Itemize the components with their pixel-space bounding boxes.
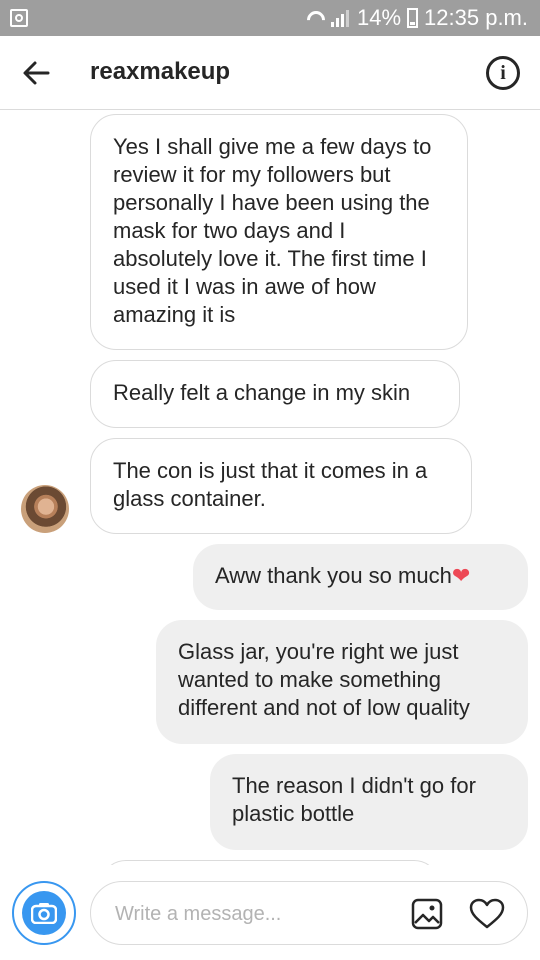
message-sent[interactable]: Aww thank you so much❤ xyxy=(193,544,528,610)
back-button[interactable] xyxy=(20,56,54,90)
camera-icon xyxy=(31,903,57,924)
message-sent[interactable]: The reason I didn't go for plastic bottl… xyxy=(210,754,528,850)
battery-percent: 14% xyxy=(357,5,402,30)
heart-emoji: ❤ xyxy=(451,563,471,588)
message-text: The con is just that it comes in a glass… xyxy=(113,458,428,511)
message-text: Aww thank you so much xyxy=(215,563,452,588)
sender-avatar[interactable] xyxy=(21,485,69,533)
heart-icon xyxy=(469,898,505,929)
notification-icon xyxy=(10,9,28,27)
message-input-wrapper[interactable] xyxy=(90,881,528,945)
like-button[interactable] xyxy=(469,898,505,930)
message-text: Glass jar, you're right we just wanted t… xyxy=(178,639,470,720)
message-received[interactable]: Yes I shall give me a few days to review… xyxy=(90,114,468,350)
message-sent[interactable]: Glass jar, you're right we just wanted t… xyxy=(156,620,528,744)
info-button[interactable]: i xyxy=(486,56,520,90)
message-text: Really felt a change in my skin xyxy=(113,380,411,405)
chat-username[interactable]: reaxmakeup xyxy=(90,58,230,86)
gallery-button[interactable] xyxy=(411,898,443,930)
signal-icon xyxy=(331,9,351,27)
message-composer xyxy=(0,865,540,960)
message-received[interactable]: Really felt a change in my skin xyxy=(90,360,460,428)
info-icon: i xyxy=(500,61,506,84)
camera-button[interactable] xyxy=(12,881,76,945)
battery-icon xyxy=(407,8,419,28)
status-bar: 14% 12:35 p.m. xyxy=(0,0,540,36)
chat-header: reaxmakeup i xyxy=(0,36,540,110)
clock: 12:35 p.m. xyxy=(424,5,528,30)
message-thread[interactable]: Yes I shall give me a few days to review… xyxy=(0,110,540,865)
message-text: The reason I didn't go for plastic bottl… xyxy=(232,773,476,826)
message-text: Yes I shall give me a few days to review… xyxy=(113,134,432,327)
arrow-left-icon xyxy=(23,61,50,85)
camera-circle xyxy=(22,891,66,935)
image-icon xyxy=(411,898,443,930)
wifi-icon xyxy=(307,11,325,25)
message-input[interactable] xyxy=(113,896,387,932)
status-right: 14% 12:35 p.m. xyxy=(307,5,528,31)
message-received[interactable]: The con is just that it comes in a glass… xyxy=(90,438,472,534)
